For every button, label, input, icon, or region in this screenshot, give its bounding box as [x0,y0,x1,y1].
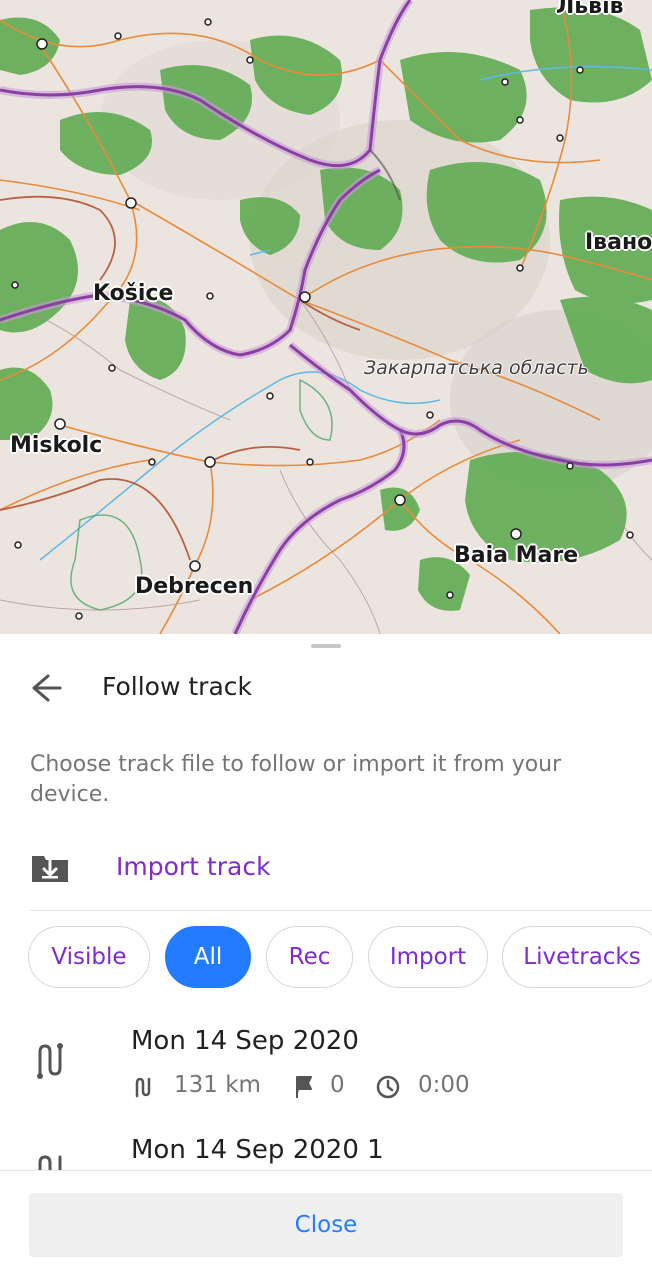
sheet-footer: Close [0,1170,652,1281]
map-canvas [0,0,652,634]
clock-icon [376,1075,400,1099]
distance-icon [135,1077,151,1098]
filter-chip-rec[interactable]: Rec [266,926,353,988]
filter-chip-visible[interactable]: Visible [28,926,150,988]
import-track-label: Import track [116,852,271,881]
import-track-button[interactable]: Import track [0,834,652,904]
filter-chip-import[interactable]: Import [368,926,488,988]
back-button[interactable] [28,668,72,708]
track-name: Mon 14 Sep 2020 1 [131,1135,384,1165]
filter-chips: Visible All Rec Import Livetracks [28,926,652,992]
track-route-icon [37,1043,63,1079]
track-duration: 0:00 [418,1072,470,1098]
flag-icon [296,1076,312,1098]
city-label: Івано [585,230,652,255]
track-waypoints: 0 [330,1072,345,1098]
page-title: Follow track [102,672,252,701]
city-label: Debrecen [135,574,254,599]
track-item[interactable]: Mon 14 Sep 2020 131 km 0 0:00 [0,1022,652,1122]
filter-chip-livetracks[interactable]: Livetracks [502,926,652,988]
arrow-left-icon [32,674,62,702]
track-name: Mon 14 Sep 2020 [131,1026,359,1056]
filter-chip-all[interactable]: All [165,926,251,988]
city-label: Miskolc [10,433,103,458]
city-label: Львів [556,0,624,19]
region-label: Закарпатська область [364,357,589,379]
sheet-header: Follow track [0,664,652,708]
city-label: Košice [93,281,174,306]
divider [30,910,652,911]
description-text: Choose track file to follow or import it… [30,752,562,807]
close-button[interactable]: Close [29,1193,623,1257]
track-distance: 131 km [174,1072,261,1098]
track-route-icon [38,1155,62,1171]
city-label: Baia Mare [454,543,579,568]
follow-track-sheet: Follow track Choose track file to follow… [0,634,652,1281]
sheet-drag-handle[interactable] [311,644,341,648]
track-item[interactable]: Mon 14 Sep 2020 1 [0,1131,652,1171]
map-view[interactable]: Львів Івано Košice Miskolc Debrecen Baia… [0,0,652,634]
import-download-icon [32,856,68,882]
